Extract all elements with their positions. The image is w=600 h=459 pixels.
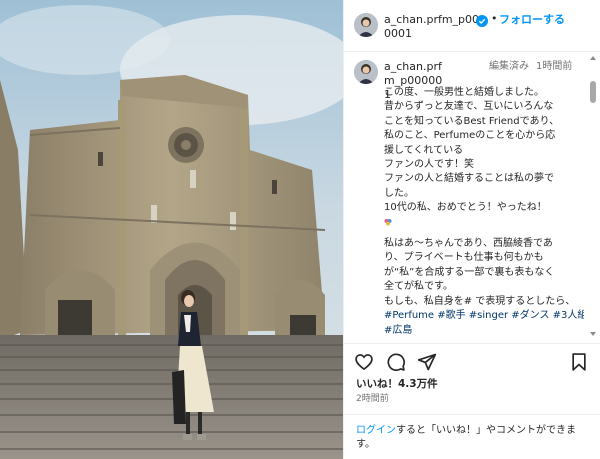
- caption-line: 昔からずっと友達で、互いにいろんな: [384, 101, 554, 113]
- comment-icon[interactable]: [386, 352, 406, 372]
- verified-icon: [476, 15, 488, 27]
- post-panel: a_chan.prfm_p000001 • フォローする a_chan.prfm…: [343, 0, 600, 459]
- action-bar: [344, 343, 600, 377]
- avatar[interactable]: [354, 13, 378, 37]
- login-link[interactable]: ログイン: [356, 425, 396, 436]
- like-count[interactable]: いいね！4.3万件: [356, 377, 438, 391]
- login-text: ログインすると「いいね！」やコメントができます。: [356, 424, 594, 452]
- post-header: a_chan.prfm_p000001 • フォローする: [344, 0, 600, 52]
- caption-line: 援してくれている: [384, 144, 464, 156]
- scroll-down-icon[interactable]: [590, 331, 596, 337]
- caption-text: この度、一般男性と結婚しました。 昔からずっと友達で、互いにいろんな ことを知っ…: [384, 86, 584, 338]
- edited-label: 編集済み: [489, 61, 529, 72]
- caption-line: り、プライベートも仕事も何もかも: [384, 252, 544, 264]
- caption-line: 全てが私です。: [384, 281, 453, 293]
- separator-dot: •: [491, 12, 498, 25]
- caption-time: 1時間前: [536, 61, 573, 72]
- heart-icon[interactable]: [354, 352, 374, 372]
- caption-line: 私はあ〜ちゃんであり、西脇綾香であ: [384, 238, 553, 250]
- login-prompt: ログインすると「いいね！」やコメントができます。: [344, 414, 600, 459]
- emoji-icon: [384, 218, 392, 226]
- caption-line: した。: [384, 187, 414, 199]
- caption-line: この度、一般男性と結婚しました。: [384, 87, 544, 98]
- post-photo[interactable]: [0, 0, 343, 459]
- cathedral-photo: [0, 0, 343, 459]
- caption-line: が“私”を合成する一部で裏も表もなく: [384, 266, 555, 278]
- caption-scrollbar[interactable]: [590, 55, 596, 337]
- caption-line: 私のこと、Perfumeのことを心から応: [384, 130, 556, 142]
- bookmark-icon[interactable]: [569, 352, 589, 372]
- caption-line: ファンの人と結婚することは私の夢で: [384, 173, 554, 185]
- follow-button[interactable]: フォローする: [499, 13, 565, 27]
- share-icon[interactable]: [417, 352, 437, 372]
- hashtags[interactable]: #広島: [384, 324, 584, 338]
- emoji-line: [384, 216, 584, 230]
- hashtags[interactable]: #Perfume #歌手 #singer #ダンス #3人組: [384, 309, 584, 323]
- scroll-thumb[interactable]: [590, 81, 596, 103]
- caption-line: ことを知っているBest Friendであり、: [384, 115, 560, 127]
- caption-avatar[interactable]: [354, 60, 378, 84]
- scroll-up-icon[interactable]: [590, 55, 596, 61]
- header-username[interactable]: a_chan.prfm_p000001: [384, 13, 480, 41]
- caption-line: もしも、私自身を# で表現するとしたら、: [384, 295, 576, 307]
- caption-line: ファンの人です！笑: [384, 159, 474, 171]
- post-time: 2時間前: [356, 394, 389, 404]
- caption-line: 10代の私、おめでとう！やったね！: [384, 202, 547, 214]
- caption-area: a_chan.prfm_p000001 編集済み 1時間前 この度、一般男性と結…: [344, 53, 600, 343]
